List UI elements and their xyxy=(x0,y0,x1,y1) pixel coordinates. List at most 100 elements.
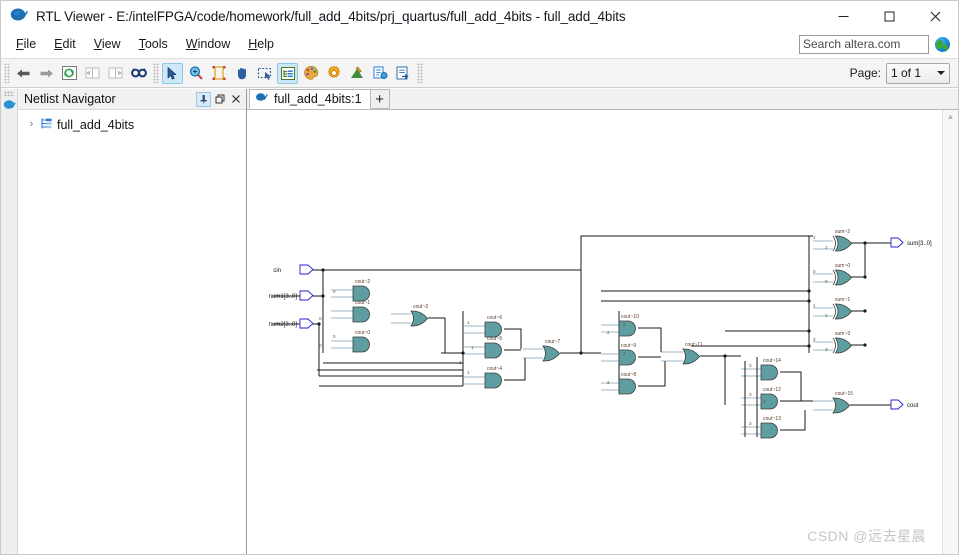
new-tab-button[interactable]: + xyxy=(370,89,390,109)
svg-text:0: 0 xyxy=(319,343,322,348)
tab-icon xyxy=(255,91,269,107)
svg-text:0: 0 xyxy=(333,334,336,339)
fit-in-window-icon[interactable] xyxy=(208,63,229,84)
previous-page-icon[interactable] xyxy=(82,63,103,84)
svg-text:cout~13: cout~13 xyxy=(763,416,781,422)
menu-tools[interactable]: Tools xyxy=(130,34,177,54)
svg-text:sum~0: sum~0 xyxy=(835,263,850,269)
tab-strip: full_add_4bits:1 + xyxy=(247,89,958,110)
svg-text:sum[3..0]: sum[3..0] xyxy=(907,241,932,247)
netlist-navigator-title: Netlist Navigator xyxy=(24,92,116,106)
page-label: Page: xyxy=(849,66,881,80)
restore-panel-button[interactable] xyxy=(212,92,227,107)
chevron-down-icon xyxy=(937,71,945,75)
scroll-up-icon[interactable]: ▲ xyxy=(943,113,958,121)
svg-text:cout~4: cout~4 xyxy=(487,366,502,372)
canvas-vertical-scrollbar[interactable]: ▲ xyxy=(942,110,958,554)
page-control: Page: 1 of 1 xyxy=(849,62,950,84)
globe-icon[interactable] xyxy=(935,36,950,52)
tab-full-add-4bits-1[interactable]: full_add_4bits:1 xyxy=(249,89,371,109)
probe-icon[interactable] xyxy=(369,63,390,84)
svg-text:cout~12: cout~12 xyxy=(763,387,781,393)
refresh-icon[interactable] xyxy=(59,63,80,84)
svg-text:cout~8: cout~8 xyxy=(621,372,636,378)
toolbar-grip-1[interactable] xyxy=(4,63,10,83)
svg-text:cin: cin xyxy=(273,268,281,274)
svg-text:2: 2 xyxy=(813,235,816,240)
svg-text:3: 3 xyxy=(813,337,816,342)
svg-text:num2[3..0]: num2[3..0] xyxy=(269,322,298,328)
svg-text:3: 3 xyxy=(749,363,752,368)
rtl-viewer-rail-icon[interactable] xyxy=(3,98,16,111)
window-controls xyxy=(820,1,958,31)
svg-text:sum~2: sum~2 xyxy=(835,229,850,235)
zoom-tool-icon[interactable] xyxy=(185,63,206,84)
svg-text:cout~2: cout~2 xyxy=(355,279,370,285)
svg-text:sum~1: sum~1 xyxy=(835,297,850,303)
find-icon[interactable] xyxy=(128,63,149,84)
work-area: Netlist Navigator › full_add_4bits full_… xyxy=(1,89,958,554)
netlist-tree: › full_add_4bits xyxy=(18,110,246,554)
page-select-value: 1 of 1 xyxy=(891,66,922,80)
menu-help[interactable]: Help xyxy=(239,34,283,54)
next-page-icon[interactable] xyxy=(105,63,126,84)
svg-text:0: 0 xyxy=(319,316,322,321)
menu-window[interactable]: Window xyxy=(177,34,239,54)
svg-text:cout~10: cout~10 xyxy=(621,314,639,320)
svg-text:0: 0 xyxy=(813,269,816,274)
svg-text:0: 0 xyxy=(825,279,828,284)
schematic-canvas[interactable]: cin num1[3..0] num2[3..0] sum[3..0] cout… xyxy=(247,110,942,554)
tab-label: full_add_4bits:1 xyxy=(274,92,362,106)
maximize-button[interactable] xyxy=(866,1,912,31)
menu-view[interactable]: View xyxy=(85,34,130,54)
svg-text:3: 3 xyxy=(825,347,828,352)
svg-text:cout~9: cout~9 xyxy=(621,343,636,349)
svg-text:2: 2 xyxy=(607,380,610,385)
svg-text:1: 1 xyxy=(467,370,470,375)
page-select[interactable]: 1 of 1 xyxy=(886,62,950,84)
svg-text:cout~6: cout~6 xyxy=(487,315,502,321)
chevron-right-icon[interactable]: › xyxy=(26,119,37,130)
svg-text:sum~3: sum~3 xyxy=(835,331,850,337)
select-tool-icon[interactable] xyxy=(162,62,183,84)
toolbar-grip-3[interactable] xyxy=(417,63,423,83)
back-icon[interactable] xyxy=(13,63,34,84)
svg-text:cout~14: cout~14 xyxy=(763,358,781,364)
color-palette-icon[interactable] xyxy=(300,63,321,84)
port-cout: cout xyxy=(890,399,919,410)
settings-gear-icon[interactable] xyxy=(323,63,344,84)
tree-item-full-add-4bits[interactable]: › full_add_4bits xyxy=(18,115,246,134)
svg-text:cout~15: cout~15 xyxy=(835,391,853,397)
netlist-module-icon xyxy=(40,117,54,133)
close-panel-button[interactable] xyxy=(228,92,243,107)
svg-text:cout~3: cout~3 xyxy=(413,304,428,310)
svg-text:3: 3 xyxy=(749,421,752,426)
toolbar-grip-2[interactable] xyxy=(153,63,159,83)
svg-text:1: 1 xyxy=(471,345,474,350)
port-sum: sum[3..0] xyxy=(890,237,932,248)
minimize-button[interactable] xyxy=(820,1,866,31)
netlist-navigator-icon[interactable] xyxy=(277,62,298,84)
export-icon[interactable] xyxy=(392,63,413,84)
rail-grip[interactable] xyxy=(4,91,14,96)
search-area xyxy=(799,31,950,57)
menu-edit[interactable]: Edit xyxy=(45,34,85,54)
close-button[interactable] xyxy=(912,1,958,31)
netlist-navigator-panel: Netlist Navigator › full_add_4bits xyxy=(18,89,247,554)
svg-text:3: 3 xyxy=(749,392,752,397)
svg-text:1: 1 xyxy=(467,320,470,325)
pin-panel-button[interactable] xyxy=(196,91,211,107)
svg-text:num1[3..0]: num1[3..0] xyxy=(269,294,298,300)
area-select-icon[interactable] xyxy=(254,63,275,84)
highlight-icon[interactable] xyxy=(346,63,367,84)
forward-icon[interactable] xyxy=(36,63,57,84)
search-input[interactable] xyxy=(799,34,929,54)
rtl-viewer-icon xyxy=(9,6,31,26)
netlist-navigator-header: Netlist Navigator xyxy=(18,89,246,110)
svg-text:cout: cout xyxy=(907,403,919,409)
toolbar: Page: 1 of 1 xyxy=(1,58,958,88)
menu-file[interactable]: FFileile xyxy=(7,34,45,54)
hand-pan-icon[interactable] xyxy=(231,63,252,84)
title-bar: RTL Viewer - E:/intelFPGA/code/homework/… xyxy=(1,1,958,31)
window-title: RTL Viewer - E:/intelFPGA/code/homework/… xyxy=(36,8,626,24)
